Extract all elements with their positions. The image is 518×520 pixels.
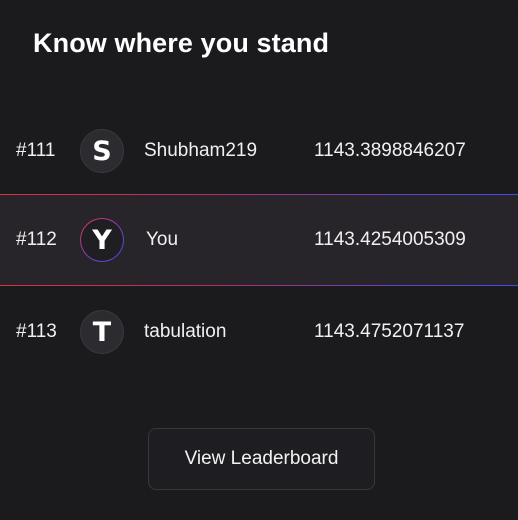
highlight-divider-bottom (0, 285, 518, 286)
leaderboard-row: #113 T tabulation 1143.4752071137 (0, 287, 518, 377)
leaderboard-row-current-user: #112 Y You 1143.4254005309 (0, 195, 518, 285)
username: You (146, 229, 179, 250)
username: Shubham219 (144, 140, 258, 161)
username: tabulation (144, 321, 227, 342)
avatar: Y (80, 218, 124, 262)
page-title: Know where you stand (33, 28, 330, 58)
view-leaderboard-button[interactable]: View Leaderboard (148, 428, 375, 490)
score-value: 1143.3898846207 (314, 140, 466, 161)
leaderboard-card: Know where you stand #111 S Shubham219 1… (0, 0, 518, 520)
avatar: S (80, 129, 124, 173)
avatar: T (80, 310, 124, 354)
rank-label: #113 (16, 321, 57, 342)
leaderboard-row: #111 S Shubham219 1143.3898846207 (0, 106, 518, 196)
rank-label: #112 (16, 229, 57, 250)
score-value: 1143.4752071137 (314, 321, 465, 342)
rank-label: #111 (16, 140, 56, 161)
score-value: 1143.4254005309 (314, 229, 466, 250)
